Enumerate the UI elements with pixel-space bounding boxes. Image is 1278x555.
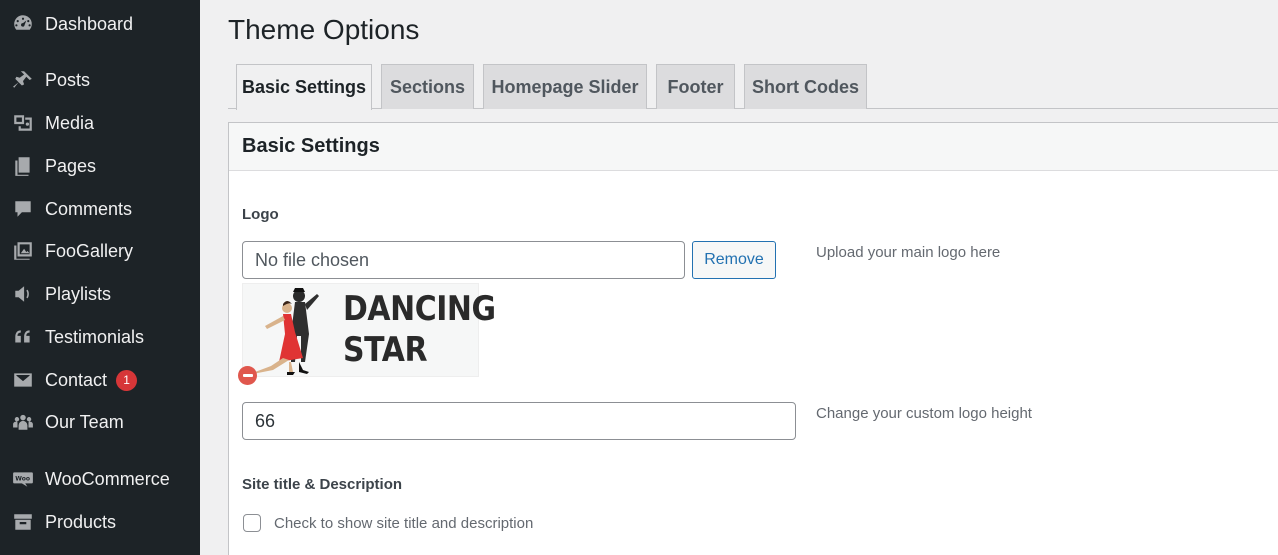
tab-footer[interactable]: Footer: [656, 64, 735, 109]
logo-label: Logo: [242, 206, 279, 223]
page-title: Theme Options: [228, 14, 420, 45]
team-icon: [10, 409, 36, 435]
remove-image-icon[interactable]: [238, 366, 257, 385]
quote-icon: [10, 324, 36, 350]
menu-item-comments[interactable]: Comments: [0, 191, 200, 227]
settings-panel: Basic Settings Logo No file chosen Remov…: [228, 122, 1278, 555]
tab-short-codes[interactable]: Short Codes: [744, 64, 867, 109]
menu-item-posts[interactable]: Posts: [0, 62, 200, 98]
comment-icon: [10, 196, 36, 222]
menu-item-contact[interactable]: Contact 1: [0, 362, 200, 398]
menu-label: Playlists: [45, 283, 112, 304]
menu-item-products[interactable]: Products: [0, 504, 200, 540]
menu-label: Contact: [45, 369, 108, 390]
archive-icon: [10, 509, 36, 535]
pages-icon: [10, 153, 36, 179]
menu-item-playlists[interactable]: Playlists: [0, 276, 200, 312]
dancers-illustration: [253, 288, 319, 375]
show-site-title-checkbox[interactable]: [243, 514, 261, 532]
menu-label: Pages: [45, 155, 97, 176]
menu-item-testimonials[interactable]: Testimonials: [0, 319, 200, 355]
tab-sections[interactable]: Sections: [381, 64, 474, 109]
logo-hint: Upload your main logo here: [816, 244, 1001, 261]
svg-text:Woo: Woo: [15, 476, 30, 483]
menu-label: Comments: [45, 198, 133, 219]
menu-label: Testimonials: [45, 326, 145, 347]
menu-label: Products: [45, 511, 117, 532]
mail-icon: [10, 367, 36, 393]
logo-text-line1: DANCING: [343, 289, 496, 329]
menu-item-pages[interactable]: Pages: [0, 148, 200, 184]
menu-label: Posts: [45, 69, 91, 90]
menu-item-foogallery[interactable]: FooGallery: [0, 233, 200, 269]
menu-label: FooGallery: [45, 240, 134, 261]
site-title-label: Site title & Description: [242, 476, 403, 493]
woo-icon: Woo: [10, 466, 36, 492]
menu-label: Our Team: [45, 411, 124, 432]
panel-title: Basic Settings: [229, 123, 1278, 171]
logo-text-line2: STAR: [343, 330, 428, 370]
speaker-icon: [10, 281, 36, 307]
dashboard-icon: [10, 11, 36, 37]
tab-homepage-slider[interactable]: Homepage Slider: [483, 64, 647, 109]
admin-sidebar: Dashboard Posts Media Pages Comments Foo…: [0, 0, 200, 555]
menu-item-media[interactable]: Media: [0, 105, 200, 141]
logo-height-input[interactable]: 66: [242, 402, 796, 440]
menu-label: WooCommerce: [45, 468, 170, 489]
logo-preview-image: DANCING STAR: [242, 283, 496, 377]
menu-label: Media: [45, 112, 95, 133]
menu-item-dashboard[interactable]: Dashboard: [0, 6, 200, 42]
remove-logo-button[interactable]: Remove: [692, 241, 776, 279]
menu-item-our-team[interactable]: Our Team: [0, 404, 200, 440]
menu-label: Dashboard: [45, 13, 134, 34]
gallery-icon: [10, 238, 36, 264]
pin-icon: [10, 67, 36, 93]
tab-basic-settings[interactable]: Basic Settings: [236, 64, 372, 110]
logo-height-hint: Change your custom logo height: [816, 405, 1032, 422]
show-site-title-checkbox-label: Check to show site title and description: [274, 515, 534, 532]
tab-bar: Basic Settings Sections Homepage Slider …: [228, 64, 1278, 110]
notification-badge: 1: [116, 369, 138, 391]
media-icon: [10, 110, 36, 136]
logo-file-field[interactable]: No file chosen: [242, 241, 685, 279]
menu-item-woocommerce[interactable]: Woo WooCommerce: [0, 461, 200, 497]
